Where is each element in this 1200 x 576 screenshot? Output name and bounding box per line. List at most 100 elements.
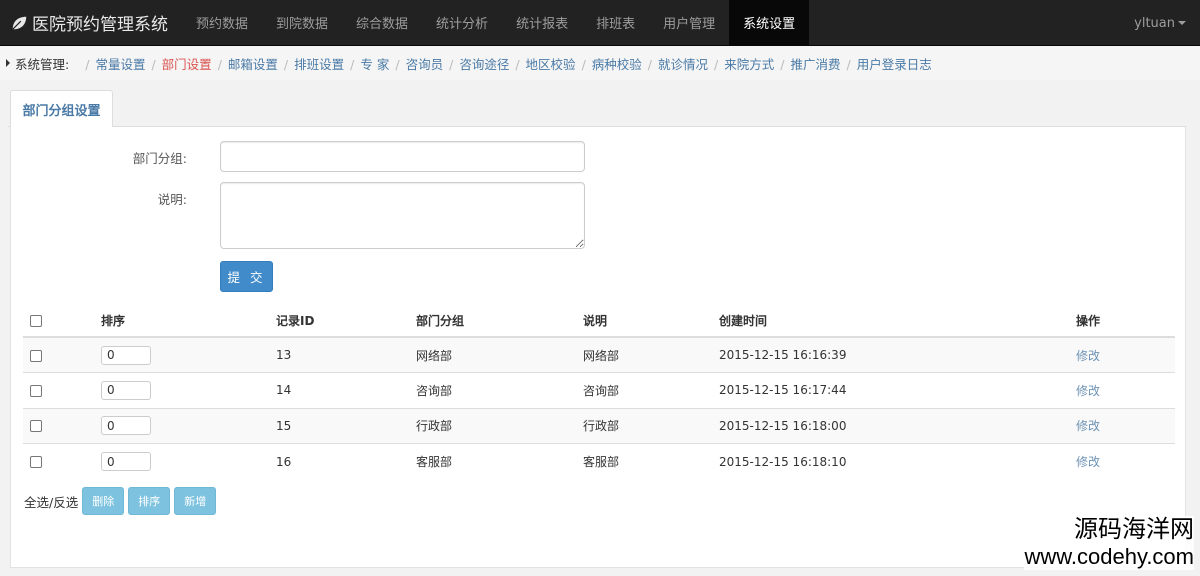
sort-order-input[interactable] — [101, 452, 151, 471]
row-checkbox[interactable] — [30, 384, 42, 397]
nav-item-2[interactable]: 综合数据 — [342, 0, 422, 45]
nav-item-4[interactable]: 统计报表 — [502, 0, 582, 45]
desc-cell: 网络部 — [583, 336, 719, 373]
header-checkbox-cell — [23, 305, 101, 338]
id-cell: 15 — [276, 407, 416, 444]
edit-link[interactable]: 修改 — [1076, 419, 1100, 433]
breadcrumb-link-4[interactable]: 专 家 — [360, 57, 389, 72]
tab-department-group[interactable]: 部门分组设置 — [10, 90, 113, 128]
breadcrumb-separator: / — [780, 56, 785, 72]
select-all-checkbox[interactable] — [30, 315, 42, 327]
breadcrumb-link-1[interactable]: 部门设置 — [162, 57, 212, 72]
add-button[interactable]: 新增 — [174, 487, 217, 515]
id-cell: 16 — [276, 443, 416, 479]
nav-item-5[interactable]: 排班表 — [582, 0, 649, 45]
breadcrumb-links: / 常量设置 / 部门设置 / 邮箱设置 / 排班设置 / 专 家 / 咨询员 / 咨询途径 / 地区校验 / 病… — [79, 54, 932, 73]
group-cell: 客服部 — [416, 443, 583, 479]
nav-item-6[interactable]: 用户管理 — [649, 0, 729, 45]
edit-link[interactable]: 修改 — [1076, 455, 1100, 469]
breadcrumb: 系统管理: / 常量设置 / 部门设置 / 邮箱设置 / 排班设置 / 专 家 / 咨询员 / 咨询途径 /… — [0, 46, 1200, 80]
desc-textarea[interactable] — [220, 182, 585, 249]
breadcrumb-link-7[interactable]: 地区校验 — [526, 57, 576, 72]
header-group: 部门分组 — [416, 305, 583, 338]
breadcrumb-separator: / — [283, 56, 289, 72]
breadcrumb-link-9[interactable]: 就诊情况 — [658, 57, 708, 72]
submit-button[interactable]: 提 交 — [220, 261, 273, 292]
row-checkbox[interactable] — [30, 420, 42, 433]
nav-item-7[interactable]: 系统设置 — [729, 0, 810, 45]
action-cell: 修改 — [1076, 443, 1175, 479]
watermark: 源码海洋网 www.codehy.com — [1024, 516, 1194, 570]
caret-down-icon — [1178, 21, 1186, 25]
id-cell: 13 — [276, 336, 416, 373]
nav-item-3[interactable]: 统计分析 — [422, 0, 502, 45]
delete-button[interactable]: 删除 — [82, 487, 125, 515]
watermark-url: www.codehy.com — [1024, 544, 1194, 569]
action-cell: 修改 — [1076, 407, 1175, 444]
main-nav: 预约数据 到院数据 综合数据 统计分析 统计报表 排班表 用户管理 系统设置 — [182, 0, 810, 45]
created-cell: 2015-12-15 16:18:00 — [719, 407, 1076, 444]
breadcrumb-separator: / — [846, 56, 851, 72]
sort-order-input[interactable] — [101, 345, 151, 365]
caret-right-icon — [6, 59, 10, 67]
nav-item-1[interactable]: 到院数据 — [262, 0, 342, 45]
tab-bar: 部门分组设置 — [8, 90, 1186, 128]
breadcrumb-link-0[interactable]: 常量设置 — [95, 57, 145, 72]
sort-cell — [101, 372, 276, 408]
breadcrumb-link-5[interactable]: 咨询员 — [406, 57, 444, 72]
table-header-row: 排序 记录ID 部门分组 说明 创建时间 操作 — [23, 305, 1175, 338]
breadcrumb-link-11[interactable]: 推广消费 — [790, 57, 840, 72]
edit-link[interactable]: 修改 — [1076, 349, 1100, 363]
sort-cell — [101, 443, 276, 479]
action-cell: 修改 — [1076, 336, 1175, 373]
top-navbar: 医院预约管理系统 预约数据 到院数据 综合数据 统计分析 统计报表 排班表 用户管理 系统设置… — [0, 0, 1200, 46]
row-checkbox-cell — [23, 443, 101, 479]
breadcrumb-separator: / — [449, 56, 454, 72]
group-cell: 咨询部 — [416, 372, 583, 408]
leaf-icon — [12, 16, 27, 30]
breadcrumb-link-8[interactable]: 病种校验 — [592, 57, 642, 72]
header-created: 创建时间 — [719, 305, 1076, 338]
id-cell: 14 — [276, 372, 416, 408]
desc-cell: 客服部 — [583, 443, 719, 479]
breadcrumb-link-2[interactable]: 邮箱设置 — [228, 57, 278, 72]
header-desc: 说明 — [583, 305, 719, 338]
breadcrumb-link-6[interactable]: 咨询途径 — [459, 57, 509, 72]
group-label: 部门分组: — [132, 151, 187, 166]
nav-item-0[interactable]: 预约数据 — [182, 0, 262, 45]
brand-title: 医院预约管理系统 — [32, 15, 168, 35]
select-all-toggle[interactable]: 全选/反选 — [24, 492, 78, 511]
group-input[interactable] — [220, 141, 585, 172]
content-panel: 部门分组: 说明: 提 交 排序 记录ID 部门分组 说明 创建时间 操作 13… — [10, 127, 1186, 568]
header-id: 记录ID — [276, 305, 416, 338]
breadcrumb-link-3[interactable]: 排班设置 — [294, 57, 344, 72]
table-row: 15行政部行政部2015-12-15 16:18:00修改 — [23, 407, 1175, 444]
username: yltuan — [1134, 15, 1175, 31]
action-cell: 修改 — [1076, 372, 1175, 408]
header-action: 操作 — [1076, 305, 1175, 338]
desc-label: 说明: — [157, 192, 187, 207]
breadcrumb-separator: / — [217, 56, 222, 72]
brand[interactable]: 医院预约管理系统 — [0, 0, 182, 45]
row-checkbox-cell — [23, 407, 101, 444]
breadcrumb-link-12[interactable]: 用户登录日志 — [857, 57, 932, 72]
desc-cell: 行政部 — [583, 407, 719, 444]
edit-link[interactable]: 修改 — [1076, 384, 1100, 398]
desc-cell: 咨询部 — [583, 372, 719, 408]
sort-order-input[interactable] — [101, 380, 151, 400]
breadcrumb-separator: / — [581, 56, 586, 72]
row-checkbox-cell — [23, 372, 101, 408]
row-checkbox[interactable] — [30, 456, 42, 468]
breadcrumb-separator: / — [515, 56, 520, 72]
breadcrumb-separator: / — [350, 56, 355, 72]
sort-cell — [101, 336, 276, 373]
table-footer: 全选/反选 删除 排序 新增 — [24, 487, 220, 515]
created-cell: 2015-12-15 16:18:10 — [719, 443, 1076, 479]
user-menu[interactable]: yltuan — [1134, 0, 1186, 46]
row-checkbox[interactable] — [30, 349, 42, 362]
sort-order-input[interactable] — [101, 416, 151, 436]
sort-button[interactable]: 排序 — [128, 487, 171, 515]
breadcrumb-link-10[interactable]: 来院方式 — [724, 57, 774, 72]
group-cell: 网络部 — [416, 336, 583, 373]
breadcrumb-separator: / — [714, 56, 719, 72]
